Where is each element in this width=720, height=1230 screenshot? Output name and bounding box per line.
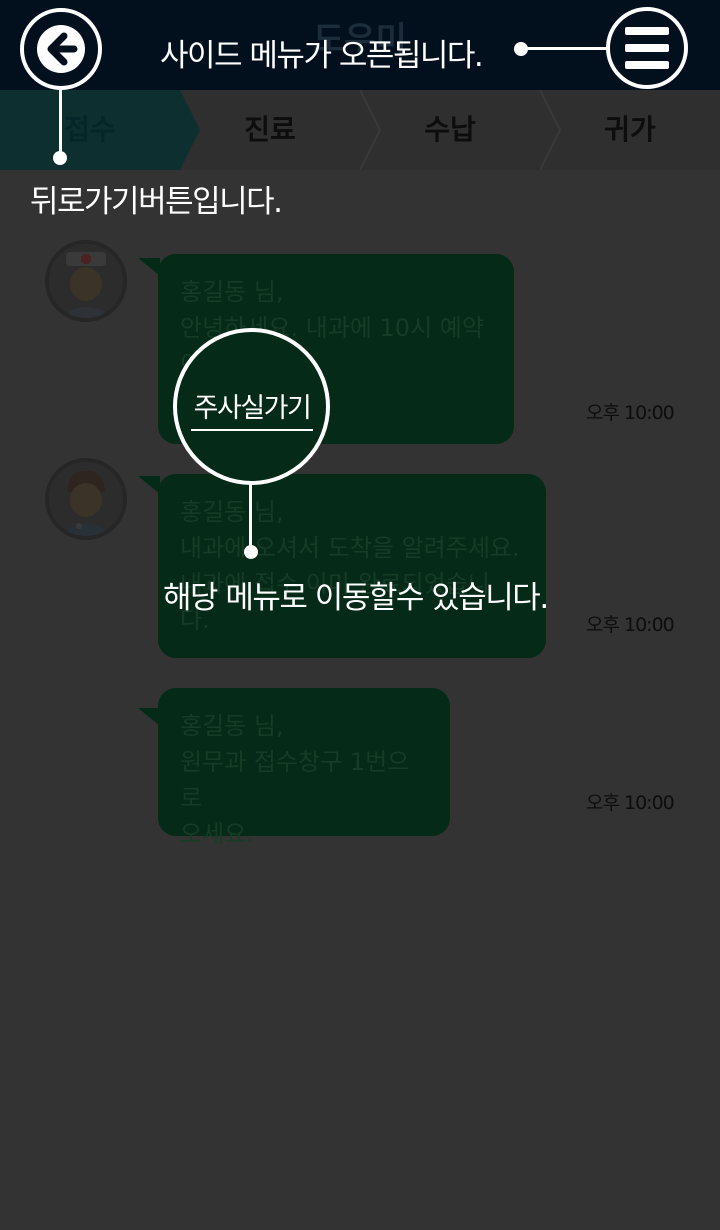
message-line: 내과에 오셔서 도착을 알려주세요. — [180, 534, 520, 562]
message-line: 원무과 접수창구 1번으로 — [180, 748, 410, 812]
step-tab-return-home[interactable]: 귀가 — [540, 90, 720, 170]
injection-room-link[interactable]: 주사실가기 — [173, 328, 330, 485]
nurse-avatar-icon — [45, 240, 127, 322]
back-button[interactable] — [20, 8, 102, 90]
step-tab-treatment[interactable]: 진료 — [180, 90, 360, 170]
side-menu-button[interactable] — [606, 7, 688, 89]
step-label: 진료 — [244, 113, 296, 146]
bubble-tail — [138, 708, 160, 726]
callout-line — [249, 484, 252, 550]
bubble-tail — [138, 476, 160, 494]
message-line: 홍길동 님, — [180, 712, 284, 740]
link-hint: 해당 메뉴로 이동할수 있습니다. — [163, 580, 549, 616]
hamburger-menu-icon — [625, 27, 669, 35]
step-label: 귀가 — [604, 113, 656, 146]
hamburger-menu-icon — [625, 44, 669, 52]
back-button-hint: 뒤로가기버튼입니다. — [30, 184, 283, 220]
arrow-left-icon — [37, 25, 85, 73]
bubble-tail — [138, 258, 160, 276]
message-time: 오후 10:00 — [586, 614, 675, 636]
callout-line — [59, 90, 62, 156]
callout-dot — [244, 545, 258, 559]
callout-dot — [53, 151, 67, 165]
message-line: 홍길동 님, — [180, 278, 284, 306]
doctor-avatar-icon — [45, 458, 127, 540]
step-tab-payment[interactable]: 수납 — [360, 90, 540, 170]
app-screen: 도우미 접수 진료 수납 귀가 홍길동 님, 안녕하세요. 내과에 10시 예약… — [0, 0, 720, 1230]
hamburger-menu-icon — [625, 61, 669, 69]
message-line: 홍길동 님, — [180, 498, 284, 526]
step-label: 수납 — [424, 113, 476, 146]
step-navigation: 접수 진료 수납 귀가 — [0, 90, 720, 170]
message-time: 오후 10:00 — [586, 402, 675, 424]
side-menu-hint: 사이드 메뉴가 오픈됩니다. — [160, 38, 484, 74]
message-line: 오세요. — [180, 820, 254, 848]
chat-bubble: 홍길동 님, 원무과 접수창구 1번으로 오세요. — [158, 688, 450, 848]
chat-bubble: 홍길동 님, 내과에 오셔서 도착을 알려주세요. 내과에 접수 이미 완료되었… — [158, 474, 546, 658]
callout-line — [520, 47, 608, 50]
message-time: 오후 10:00 — [586, 792, 675, 814]
step-tab-reception[interactable]: 접수 — [0, 90, 180, 170]
callout-dot — [514, 42, 528, 56]
step-label: 접수 — [64, 113, 116, 146]
injection-room-link-label: 주사실가기 — [191, 386, 313, 431]
